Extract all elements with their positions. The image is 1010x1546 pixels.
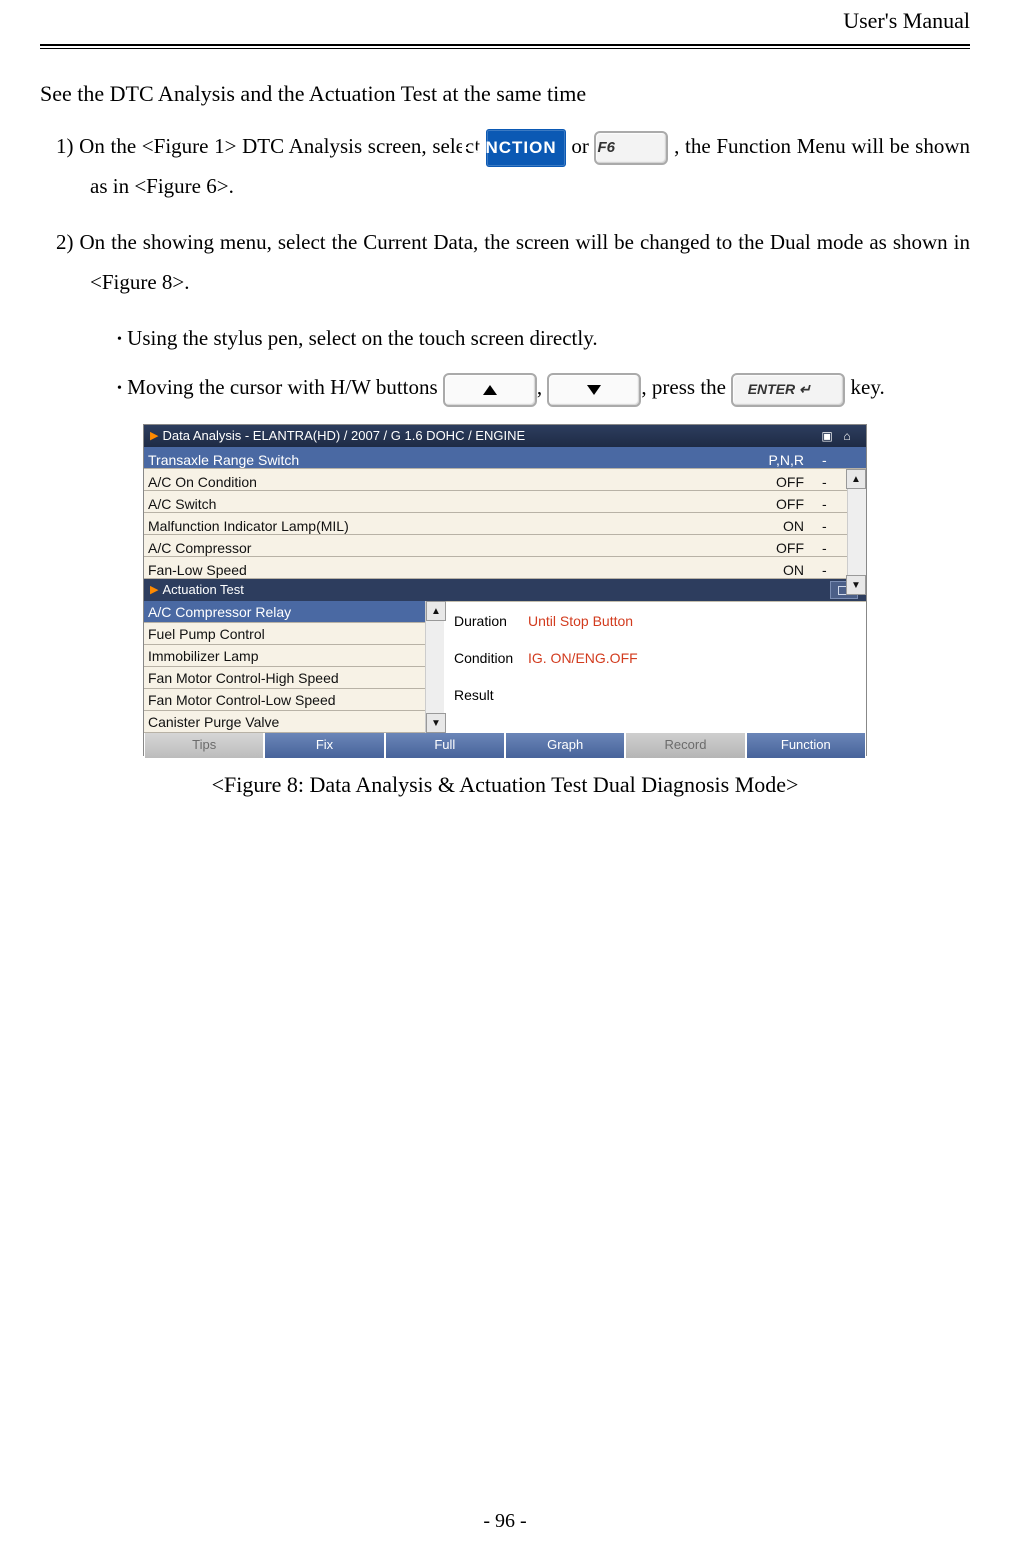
- result-value: [528, 682, 858, 709]
- bullet-1: • Using the stylus pen, select on the to…: [40, 319, 970, 359]
- tab-record[interactable]: Record: [625, 733, 745, 758]
- function-button[interactable]: FUNCTION: [486, 129, 566, 167]
- step1-part1: 1) On the <Figure 1> DTC Analysis screen…: [56, 134, 486, 158]
- screenshot-title: Data Analysis - ELANTRA(HD) / 2007 / G 1…: [162, 424, 525, 449]
- table-row[interactable]: Fan-Low Speed ON -: [144, 557, 866, 579]
- tab-function[interactable]: Function: [746, 733, 866, 758]
- screenshot-figure8: ▶ Data Analysis - ELANTRA(HD) / 2007 / G…: [143, 424, 867, 756]
- row-name: Fan-Low Speed: [148, 557, 730, 584]
- bullet-dot-icon: •: [117, 331, 122, 346]
- step1-part2: or: [571, 134, 594, 158]
- bullet2-part1: Moving the cursor with H/W buttons: [127, 375, 443, 399]
- arrow-down-key[interactable]: [547, 373, 641, 407]
- scroll-track[interactable]: [847, 489, 866, 575]
- arrow-up-key[interactable]: [443, 373, 537, 407]
- duration-label: Duration: [454, 608, 528, 635]
- duration-value: Until Stop Button: [528, 608, 858, 635]
- screenshot-titlebar: ▶ Data Analysis - ELANTRA(HD) / 2007 / G…: [144, 425, 866, 447]
- f6-key[interactable]: F6: [594, 131, 668, 165]
- pin-icon[interactable]: ⌂: [840, 429, 854, 443]
- scroll-up-button[interactable]: ▲: [846, 469, 866, 489]
- condition-label: Condition: [454, 645, 528, 672]
- arrow-up-icon: [483, 385, 497, 395]
- bullet2-part3: key.: [851, 375, 885, 399]
- actuation-info: Duration Until Stop Button Condition IG.…: [444, 601, 866, 733]
- condition-value: IG. ON/ENG.OFF: [528, 645, 858, 672]
- page-number: - 96 -: [0, 1502, 1010, 1540]
- row-value: ON: [730, 557, 818, 584]
- scroll-track[interactable]: [426, 621, 444, 713]
- table-row[interactable]: A/C Compressor OFF -: [144, 535, 866, 557]
- enter-key[interactable]: ENTER ↵: [731, 373, 845, 407]
- step-1: 1) On the <Figure 1> DTC Analysis screen…: [40, 127, 970, 207]
- bullet2-mid: ,: [537, 375, 548, 399]
- titlebar-icons: ▣ ⌂: [820, 429, 866, 443]
- scroll-down-button[interactable]: ▼: [426, 713, 446, 733]
- tab-fix[interactable]: Fix: [264, 733, 384, 758]
- data-rows-area: Transaxle Range Switch P,N,R - A/C On Co…: [144, 447, 866, 579]
- bullet2-part2: , press the: [641, 375, 731, 399]
- camera-icon[interactable]: ▣: [820, 429, 834, 443]
- bullet-dot-icon: •: [117, 381, 122, 396]
- bottom-tabs: Tips Fix Full Graph Record Function: [144, 733, 866, 755]
- intro-heading: See the DTC Analysis and the Actuation T…: [40, 73, 970, 115]
- titlebar-marker-icon: ▶: [150, 426, 158, 447]
- data-scrollbar[interactable]: ▲ ▼: [846, 469, 866, 595]
- actuation-area: A/C Compressor Relay Fuel Pump Control I…: [144, 601, 866, 733]
- result-label: Result: [454, 682, 528, 709]
- bullet1-text: Using the stylus pen, select on the touc…: [127, 326, 597, 350]
- header-title: User's Manual: [40, 0, 970, 46]
- bullet-2: • Moving the cursor with H/W buttons , ,…: [40, 368, 970, 408]
- page: User's Manual See the DTC Analysis and t…: [0, 0, 1010, 1546]
- header-rule: [40, 48, 970, 49]
- tab-tips[interactable]: Tips: [144, 733, 264, 758]
- tab-graph[interactable]: Graph: [505, 733, 625, 758]
- table-row[interactable]: Transaxle Range Switch P,N,R -: [144, 447, 866, 469]
- actuation-list: A/C Compressor Relay Fuel Pump Control I…: [144, 601, 444, 733]
- arrow-down-icon: [587, 385, 601, 395]
- item-label: Canister Purge Valve: [148, 709, 279, 736]
- list-item[interactable]: Canister Purge Valve: [144, 711, 443, 733]
- figure-caption: <Figure 8: Data Analysis & Actuation Tes…: [40, 764, 970, 806]
- step-2: 2) On the showing menu, select the Curre…: [40, 223, 970, 303]
- actuation-scrollbar[interactable]: ▲ ▼: [425, 601, 444, 733]
- table-row[interactable]: A/C On Condition OFF -: [144, 469, 866, 491]
- scroll-up-button[interactable]: ▲: [426, 601, 446, 621]
- tab-full[interactable]: Full: [385, 733, 505, 758]
- scroll-down-button[interactable]: ▼: [846, 575, 866, 595]
- table-row[interactable]: Malfunction Indicator Lamp(MIL) ON -: [144, 513, 866, 535]
- table-row[interactable]: A/C Switch OFF -: [144, 491, 866, 513]
